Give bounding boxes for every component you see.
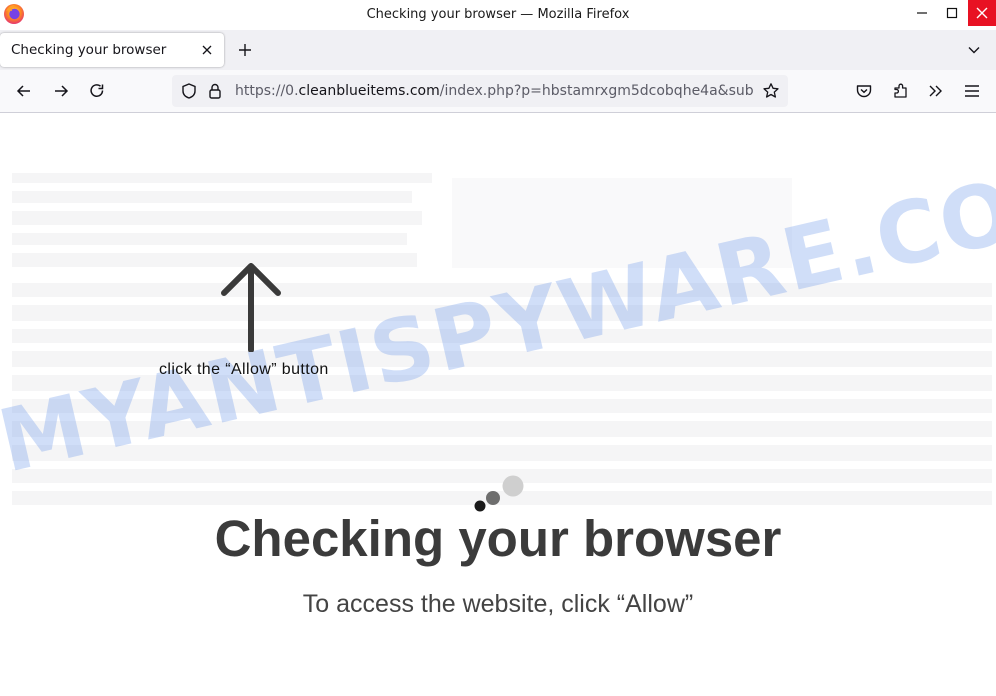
page-subheading: To access the website, click “Allow” <box>302 590 694 618</box>
tracking-protection-shield-icon[interactable] <box>180 82 198 100</box>
hamburger-menu-icon[interactable] <box>962 81 982 101</box>
chevron-double-right-icon[interactable] <box>926 81 946 101</box>
url-path: /index.php?p=hbstamrxgm5dcobqhe4a&sub <box>439 83 753 99</box>
minimize-icon <box>917 12 927 14</box>
page-content: MYANTISPYWARE.COM click the “Allow” butt… <box>0 113 996 696</box>
reload-icon[interactable] <box>87 81 107 101</box>
navigation-toolbar: https://0.cleanblueitems.com/index.php?p… <box>0 70 996 113</box>
url-host: cleanblueitems.com <box>298 83 440 99</box>
tab-checking-your-browser[interactable]: Checking your browser <box>0 33 224 67</box>
bookmark-star-icon[interactable] <box>762 82 780 100</box>
new-tab-plus-icon[interactable] <box>236 41 254 59</box>
page-heading: Checking your browser <box>214 510 782 567</box>
close-icon <box>976 7 988 19</box>
tab-close-icon[interactable] <box>199 42 215 58</box>
url-text[interactable]: https://0.cleanblueitems.com/index.php?p… <box>235 83 753 99</box>
list-all-tabs-chevron-down-icon[interactable] <box>966 42 982 58</box>
extensions-icon[interactable] <box>891 81 911 101</box>
maximize-button[interactable] <box>934 0 970 26</box>
up-arrow-icon <box>221 263 281 352</box>
maximize-icon <box>946 7 958 19</box>
address-bar[interactable]: https://0.cleanblueitems.com/index.php?p… <box>172 75 788 107</box>
url-prefix: https://0. <box>235 83 299 99</box>
tab-title: Checking your browser <box>11 42 167 58</box>
window-title: Checking your browser — Mozilla Firefox <box>366 7 630 22</box>
lock-icon[interactable] <box>207 82 223 100</box>
back-arrow-icon[interactable] <box>14 81 34 101</box>
close-window-button[interactable] <box>968 0 996 26</box>
allow-instruction-label: click the “Allow” button <box>159 361 329 378</box>
pocket-icon[interactable] <box>854 81 874 101</box>
tab-strip: Checking your browser <box>0 30 996 70</box>
forward-arrow-icon[interactable] <box>51 81 71 101</box>
window-titlebar: Checking your browser — Mozilla Firefox <box>0 0 996 30</box>
